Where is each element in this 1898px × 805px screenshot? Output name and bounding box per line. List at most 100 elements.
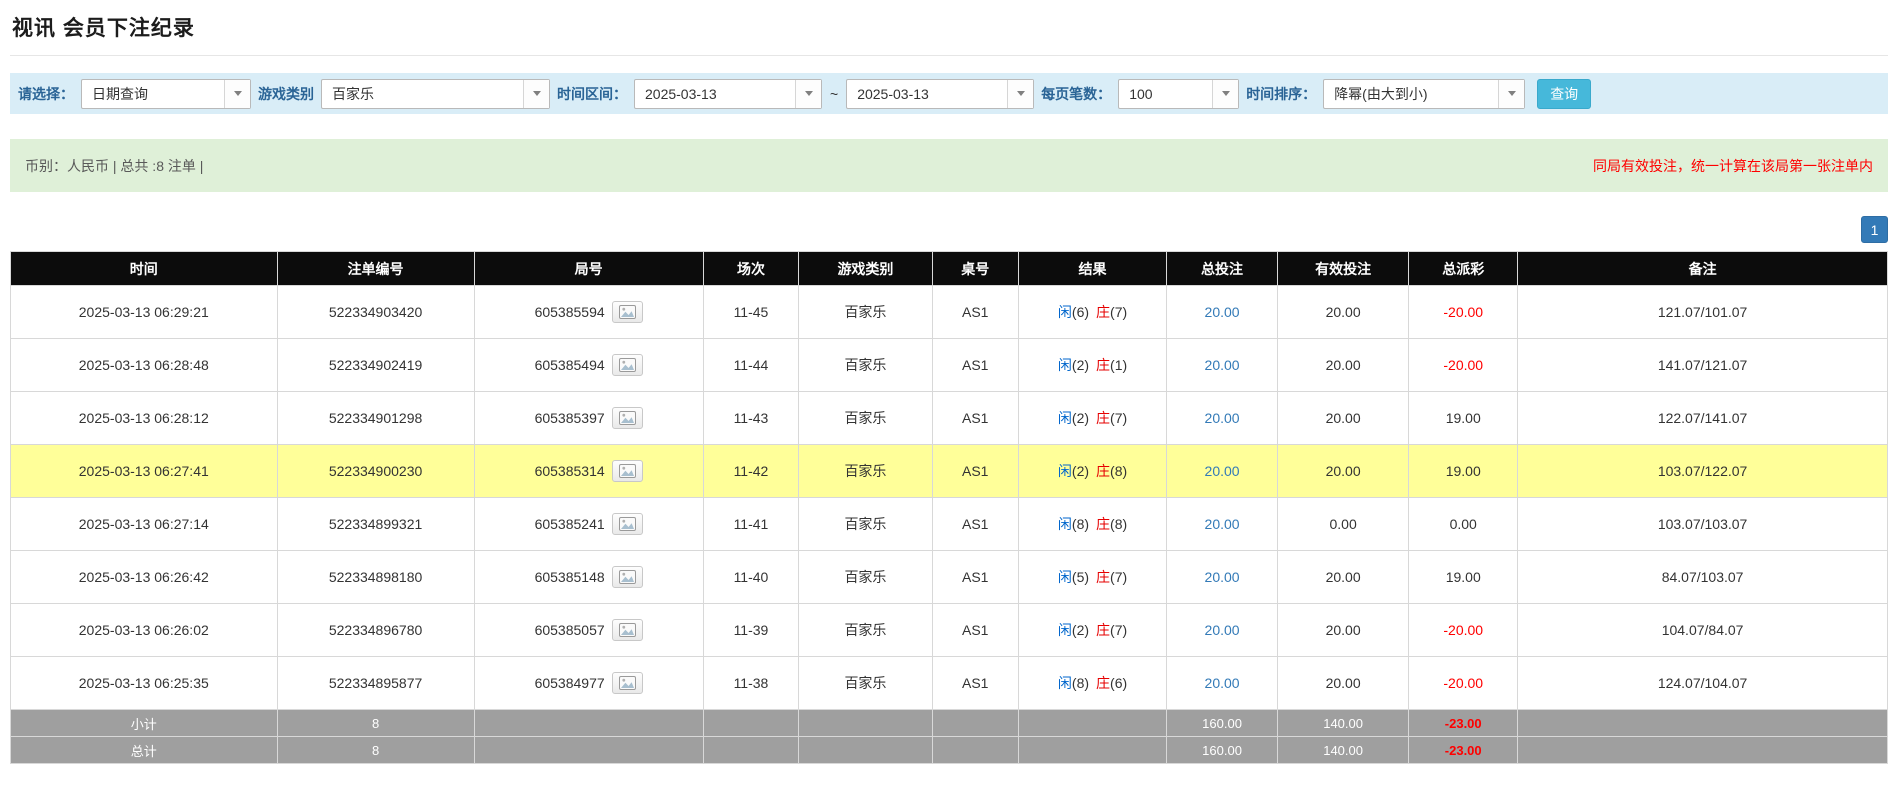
footer-cell bbox=[1518, 710, 1888, 737]
sort-order-value: 降幂(由大到小) bbox=[1324, 80, 1498, 108]
footer-cell bbox=[474, 737, 703, 764]
cell-bet-id: 522334899321 bbox=[277, 498, 474, 551]
total-bet-link[interactable]: 20.00 bbox=[1205, 304, 1240, 320]
cell-valid-bet: 20.00 bbox=[1277, 445, 1408, 498]
cell-bet-id: 522334901298 bbox=[277, 392, 474, 445]
cell-result: 闲(2)庄(7) bbox=[1018, 604, 1166, 657]
banker-result-score: (7) bbox=[1110, 622, 1127, 638]
table-row[interactable]: 2025-03-13 06:28:12522334901298 605385397… bbox=[11, 392, 1888, 445]
total-bet-link[interactable]: 20.00 bbox=[1205, 675, 1240, 691]
player-result-score: (2) bbox=[1072, 463, 1089, 479]
cell-session: 11-40 bbox=[703, 551, 799, 604]
cell-remark: 104.07/84.07 bbox=[1518, 604, 1888, 657]
player-result-score: (8) bbox=[1072, 675, 1089, 691]
footer-cell: 160.00 bbox=[1167, 710, 1278, 737]
table-row[interactable]: 2025-03-13 06:27:14522334899321605385241… bbox=[11, 498, 1888, 551]
table-row[interactable]: 2025-03-13 06:27:41522334900230605385314… bbox=[11, 445, 1888, 498]
column-header: 时间 bbox=[11, 252, 278, 286]
cell-valid-bet: 20.00 bbox=[1277, 339, 1408, 392]
round-id-text: 605385594 bbox=[535, 304, 605, 320]
video-snapshot-icon bbox=[619, 411, 636, 425]
sort-order-label: 时间排序： bbox=[1246, 84, 1316, 104]
footer-cell bbox=[932, 710, 1018, 737]
total-bet-link[interactable]: 20.00 bbox=[1205, 463, 1240, 479]
sort-order-select[interactable]: 降幂(由大到小) bbox=[1323, 79, 1525, 109]
query-type-select[interactable]: 日期查询 bbox=[81, 79, 251, 109]
round-id-group: 605385397 bbox=[535, 407, 643, 429]
total-bet-link[interactable]: 20.00 bbox=[1205, 569, 1240, 585]
cell-table-no: AS1 bbox=[932, 286, 1018, 339]
view-video-button[interactable] bbox=[612, 407, 643, 429]
total-bet-link[interactable]: 20.00 bbox=[1205, 357, 1240, 373]
column-header: 结果 bbox=[1018, 252, 1166, 286]
chevron-down-icon[interactable] bbox=[1212, 80, 1238, 108]
cell-total-bet: 20.00 bbox=[1167, 286, 1278, 339]
cell-game-type: 百家乐 bbox=[799, 392, 932, 445]
banker-result-label: 庄 bbox=[1096, 463, 1110, 479]
cell-table-no: AS1 bbox=[932, 657, 1018, 710]
footer-cell: 小计 bbox=[11, 710, 278, 737]
view-video-button[interactable] bbox=[612, 619, 643, 641]
cell-time: 2025-03-13 06:27:41 bbox=[11, 445, 278, 498]
table-row[interactable]: 2025-03-13 06:26:02522334896780605385057… bbox=[11, 604, 1888, 657]
cell-valid-bet: 20.00 bbox=[1277, 286, 1408, 339]
total-bet-link[interactable]: 20.00 bbox=[1205, 410, 1240, 426]
page-size-value: 100 bbox=[1119, 80, 1212, 108]
table-row[interactable]: 2025-03-13 06:28:48522334902419605385494… bbox=[11, 339, 1888, 392]
search-button[interactable]: 查询 bbox=[1537, 79, 1591, 109]
game-type-label: 游戏类别 bbox=[258, 84, 314, 104]
table-row[interactable]: 2025-03-13 06:29:21522334903420605385594… bbox=[11, 286, 1888, 339]
chevron-down-icon[interactable] bbox=[795, 80, 821, 108]
cell-result: 闲(5)庄(7) bbox=[1018, 551, 1166, 604]
player-result-score: (6) bbox=[1072, 304, 1089, 320]
banker-result-label: 庄 bbox=[1096, 304, 1110, 320]
cell-table-no: AS1 bbox=[932, 498, 1018, 551]
cell-bet-id: 522334895877 bbox=[277, 657, 474, 710]
chevron-down-icon[interactable] bbox=[1498, 80, 1524, 108]
footer-cell: 140.00 bbox=[1277, 710, 1408, 737]
cell-table-no: AS1 bbox=[932, 604, 1018, 657]
cell-result: 闲(6)庄(7) bbox=[1018, 286, 1166, 339]
footer-cell: -23.00 bbox=[1409, 710, 1518, 737]
round-id-text: 605384977 bbox=[535, 675, 605, 691]
date-from-value: 2025-03-13 bbox=[635, 80, 795, 108]
cell-remark: 103.07/103.07 bbox=[1518, 498, 1888, 551]
total-bet-link[interactable]: 20.00 bbox=[1205, 622, 1240, 638]
cell-total-bet: 20.00 bbox=[1167, 339, 1278, 392]
cell-payout: -20.00 bbox=[1409, 339, 1518, 392]
date-from-select[interactable]: 2025-03-13 bbox=[634, 79, 822, 109]
banker-result-label: 庄 bbox=[1096, 675, 1110, 691]
round-id-text: 605385148 bbox=[535, 569, 605, 585]
column-header: 有效投注 bbox=[1277, 252, 1408, 286]
cell-time: 2025-03-13 06:28:12 bbox=[11, 392, 278, 445]
round-id-text: 605385494 bbox=[535, 357, 605, 373]
view-video-button[interactable] bbox=[612, 513, 643, 535]
round-id-group: 605385057 bbox=[535, 619, 643, 641]
table-row[interactable]: 2025-03-13 06:25:35522334895877605384977… bbox=[11, 657, 1888, 710]
view-video-button[interactable] bbox=[612, 354, 643, 376]
cell-payout: 19.00 bbox=[1409, 445, 1518, 498]
video-snapshot-icon bbox=[619, 676, 636, 690]
banker-result-score: (7) bbox=[1110, 304, 1127, 320]
page-size-select[interactable]: 100 bbox=[1118, 79, 1239, 109]
total-bet-link[interactable]: 20.00 bbox=[1205, 516, 1240, 532]
page-title: 视讯 会员下注纪录 bbox=[12, 12, 1886, 42]
cell-bet-id: 522334900230 bbox=[277, 445, 474, 498]
date-range-label: 时间区间： bbox=[557, 84, 627, 104]
chevron-down-icon[interactable] bbox=[1007, 80, 1033, 108]
chevron-down-icon[interactable] bbox=[224, 80, 250, 108]
cell-valid-bet: 20.00 bbox=[1277, 604, 1408, 657]
view-video-button[interactable] bbox=[612, 672, 643, 694]
date-to-select[interactable]: 2025-03-13 bbox=[846, 79, 1034, 109]
page-button[interactable]: 1 bbox=[1861, 216, 1888, 243]
query-type-value: 日期查询 bbox=[82, 80, 224, 108]
view-video-button[interactable] bbox=[612, 460, 643, 482]
game-type-select[interactable]: 百家乐 bbox=[321, 79, 550, 109]
table-row[interactable]: 2025-03-13 06:26:42522334898180605385148… bbox=[11, 551, 1888, 604]
view-video-button[interactable] bbox=[612, 301, 643, 323]
chevron-down-icon[interactable] bbox=[523, 80, 549, 108]
banker-result-score: (7) bbox=[1110, 410, 1127, 426]
date-range-tilde: ~ bbox=[829, 86, 839, 102]
view-video-button[interactable] bbox=[612, 566, 643, 588]
video-snapshot-icon bbox=[619, 570, 636, 584]
